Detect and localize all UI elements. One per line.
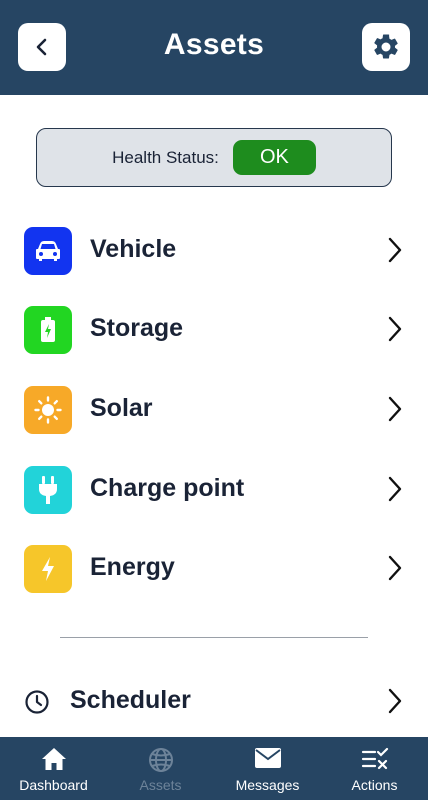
- checklist-icon: [361, 747, 388, 770]
- sun-icon: [34, 396, 62, 424]
- asset-label: Vehicle: [90, 235, 177, 263]
- chevron-right-icon: [388, 237, 402, 263]
- gear-icon: [374, 34, 398, 59]
- asset-label: Storage: [90, 314, 184, 342]
- app-header: Assets: [0, 0, 428, 95]
- bottom-tab-bar: Dashboard Assets Messages Actions: [0, 737, 428, 800]
- asset-item-energy[interactable]: Energy: [0, 539, 428, 599]
- health-status-label: Health Status:: [112, 147, 219, 167]
- clock-icon: [25, 690, 49, 714]
- chevron-right-icon: [388, 476, 402, 502]
- scheduler-item[interactable]: Scheduler: [0, 672, 428, 732]
- charge-point-icon-tile: [24, 466, 72, 514]
- asset-item-storage[interactable]: Storage: [0, 300, 428, 360]
- storage-icon-tile: [24, 306, 72, 354]
- tab-assets[interactable]: Assets: [107, 737, 214, 800]
- health-status-panel: Health Status: OK: [36, 128, 392, 187]
- tab-label: Dashboard: [19, 777, 88, 793]
- asset-label: Energy: [90, 553, 175, 581]
- vehicle-icon-tile: [24, 227, 72, 275]
- asset-item-vehicle[interactable]: Vehicle: [0, 221, 428, 281]
- tab-messages[interactable]: Messages: [214, 737, 321, 800]
- lightning-icon: [42, 557, 54, 581]
- tab-dashboard[interactable]: Dashboard: [0, 737, 107, 800]
- globe-icon: [148, 748, 173, 772]
- tab-actions[interactable]: Actions: [321, 737, 428, 800]
- envelope-icon: [254, 748, 281, 768]
- car-icon: [36, 241, 60, 261]
- asset-label: Solar: [90, 394, 153, 422]
- status-badge: OK: [232, 140, 316, 175]
- solar-icon-tile: [24, 386, 72, 434]
- scheduler-label: Scheduler: [70, 686, 191, 714]
- asset-item-solar[interactable]: Solar: [0, 380, 428, 440]
- chevron-right-icon: [388, 555, 402, 581]
- settings-button[interactable]: [362, 23, 410, 71]
- battery-icon: [41, 317, 55, 342]
- plug-icon: [39, 476, 57, 504]
- tab-label: Messages: [235, 777, 300, 793]
- section-divider: [60, 637, 368, 638]
- chevron-right-icon: [388, 688, 402, 714]
- asset-label: Charge point: [90, 474, 245, 502]
- tab-label: Assets: [139, 777, 182, 793]
- home-icon: [41, 748, 66, 770]
- chevron-right-icon: [388, 396, 402, 422]
- tab-label: Actions: [351, 777, 398, 793]
- asset-item-charge-point[interactable]: Charge point: [0, 460, 428, 520]
- chevron-right-icon: [388, 316, 402, 342]
- energy-icon-tile: [24, 545, 72, 593]
